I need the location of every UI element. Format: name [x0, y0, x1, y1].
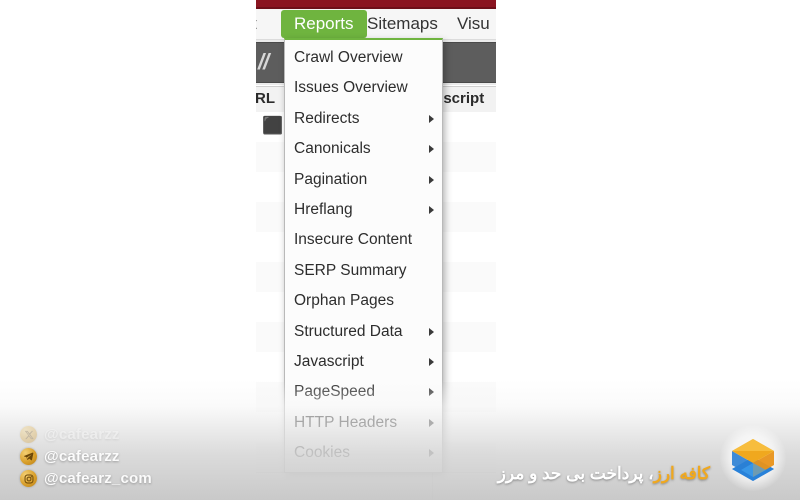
reports-menu-item-label: Pagination [294, 170, 368, 188]
x-twitter-icon [20, 426, 37, 443]
reports-menu-item[interactable]: Canonicals [285, 134, 442, 164]
social-handle-text: @cafearz_com [44, 470, 152, 487]
reports-menu-item-label: HTTP Headers [294, 413, 398, 431]
reports-menu-item-label: PageSpeed [294, 383, 376, 401]
chevron-right-icon [429, 358, 434, 367]
social-handle-row[interactable]: @cafearz_com [20, 469, 152, 488]
reports-menu-item[interactable]: Orphan Pages [285, 286, 442, 316]
social-handle-text: @cafearzz [44, 448, 120, 465]
brand-name: کافه ارز [653, 464, 710, 483]
chevron-right-icon [429, 206, 434, 215]
social-handle-row[interactable]: @cafearzz [20, 447, 152, 466]
reports-menu-item-label: Javascript [294, 352, 364, 370]
column-header-url-partial[interactable]: RL [256, 90, 275, 107]
reports-menu-item-label: Crawl Overview [294, 49, 403, 66]
reports-menu-item-label: Cookies [294, 444, 350, 462]
reports-menu-item-label: Redirects [294, 109, 360, 127]
social-handle-text: @cafearzz [44, 426, 120, 443]
reports-menu-item[interactable]: PageSpeed [285, 377, 442, 407]
reports-menu-item[interactable]: Cookies [285, 438, 442, 468]
instagram-icon [20, 470, 37, 487]
reports-menu-item-label: SERP Summary [294, 261, 407, 279]
reports-menu-item[interactable]: Pagination [285, 165, 442, 195]
reports-menu-item[interactable]: Javascript [285, 347, 442, 377]
reports-menu-item[interactable]: Issues Overview [285, 73, 442, 103]
menubar-item-sitemaps[interactable]: Sitemaps [367, 10, 438, 38]
menubar-item-tools-partial[interactable]: t [256, 10, 257, 38]
menu-bar: t Reports Sitemaps Visu [256, 9, 496, 40]
menubar-item-reports[interactable]: Reports [281, 10, 367, 38]
cafearz-cube-logo [720, 425, 786, 491]
reports-menu-item[interactable]: Redirects [285, 104, 442, 134]
social-handles-list: @cafearzz @cafearzz @cafearz_com [20, 425, 152, 488]
reports-menu-item-label: Issues Overview [294, 79, 408, 97]
tagline-rest: ، پرداخت بی حد و مرز [497, 464, 654, 483]
chevron-right-icon [429, 327, 434, 336]
chevron-right-icon [429, 114, 434, 123]
reports-menu-item[interactable]: Structured Data [285, 317, 442, 347]
url-input-text[interactable]: // [258, 49, 269, 75]
telegram-icon [20, 448, 37, 465]
reports-menu-item[interactable]: Hreflang [285, 195, 442, 225]
brand-tagline: کافه ارز، پرداخت بی حد و مرز [498, 464, 710, 484]
page-icon: ⬛ [262, 116, 284, 135]
reports-menu-item-label: Canonicals [294, 140, 371, 158]
reports-menu-item[interactable]: Crawl Overview [285, 43, 442, 73]
chevron-right-icon [429, 145, 434, 154]
reports-dropdown-menu: Crawl Overview Issues Overview Redirects Ca… [284, 38, 443, 474]
reports-menu-item[interactable]: SERP Summary [285, 256, 442, 286]
window-titlebar [256, 0, 496, 9]
social-handle-row[interactable]: @cafearzz [20, 425, 152, 444]
chevron-right-icon [429, 175, 434, 184]
chevron-right-icon [429, 418, 434, 427]
reports-menu-item[interactable]: HTTP Headers [285, 408, 442, 438]
reports-menu-item-label: Hreflang [294, 200, 353, 218]
chevron-right-icon [429, 449, 434, 458]
cube-logo-icon [732, 439, 774, 481]
reports-menu-item-label: Insecure Content [294, 231, 413, 249]
reports-menu-item-label: Orphan Pages [294, 292, 394, 310]
chevron-right-icon [429, 388, 434, 397]
reports-menu-item-label: Structured Data [294, 322, 403, 340]
menubar-item-visualisations-partial[interactable]: Visu [457, 10, 490, 38]
reports-menu-item[interactable]: Insecure Content [285, 225, 442, 255]
screenshot-root: t Reports Sitemaps Visu // RL escript ⬛ [0, 0, 800, 500]
